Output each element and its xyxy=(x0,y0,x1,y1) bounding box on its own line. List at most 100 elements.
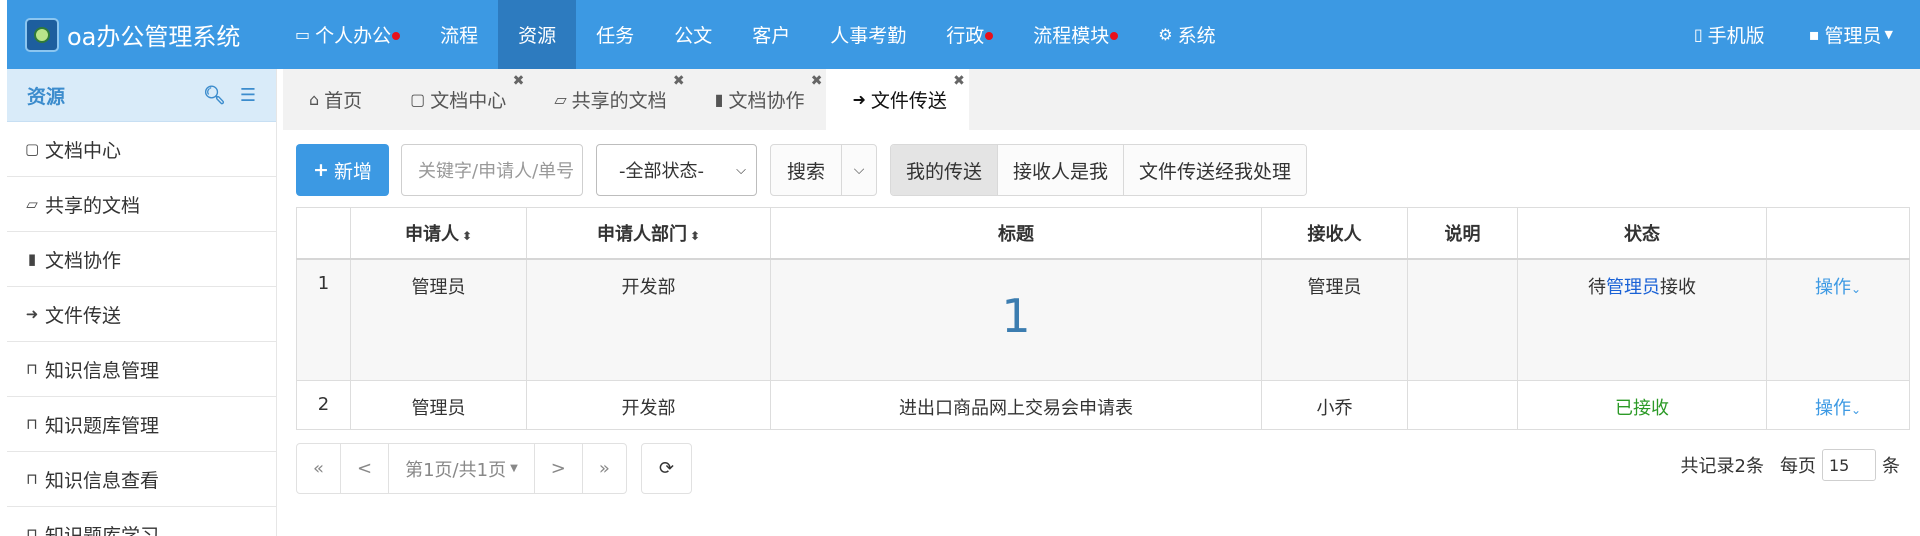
logo-icon xyxy=(25,17,59,52)
keyword-input[interactable]: 关键字/申请人/单号 xyxy=(401,144,583,196)
gear-icon: ⚙ xyxy=(1158,25,1173,44)
nav-personal[interactable]: ▭ 个人办公 xyxy=(275,0,420,69)
tab-shared-docs[interactable]: ▱ 共享的文档 ✖ xyxy=(528,69,688,130)
filter-received-by-me[interactable]: 接收人是我 xyxy=(997,145,1124,195)
sidebar-item-label: 知识信息查看 xyxy=(45,469,160,492)
status-select[interactable]: -全部状态- ⌵ xyxy=(596,144,757,196)
cell-index: 1 xyxy=(296,258,351,381)
table-row[interactable]: 1 管理员 开发部 1 管理员 待管理员接收 操作⌄ xyxy=(296,258,1910,381)
nav-flow[interactable]: 流程 xyxy=(420,0,498,69)
col-label: 申请人部门 xyxy=(596,223,687,245)
nav-admin[interactable]: 行政 xyxy=(926,0,1013,69)
table-header-row: 申请人 ⬍ 申请人部门 ⬍ 标题 接收人 说明 状态 xyxy=(296,207,1910,260)
sidebar-item-label: 共享的文档 xyxy=(45,194,141,217)
filter-handled-by-me[interactable]: 文件传送经我处理 xyxy=(1123,145,1307,195)
tab-file-transfer[interactable]: ➜ 文件传送 ✖ xyxy=(826,69,969,130)
page-select[interactable]: 第1页/共1页 ▼ xyxy=(388,444,534,493)
sidebar-title: 资源 xyxy=(27,85,66,108)
bookmark-icon: ⊓ xyxy=(26,525,38,536)
home-icon: ⌂ xyxy=(309,90,320,109)
status-badge: 已接收 xyxy=(1615,398,1669,419)
add-button[interactable]: + 新增 xyxy=(296,144,389,196)
nav-label: 客户 xyxy=(752,25,791,47)
brand-title: oa办公管理系统 xyxy=(67,23,241,51)
per-page-input[interactable]: 15 xyxy=(1822,449,1876,481)
tab-home[interactable]: ⌂ 首页 xyxy=(283,69,384,130)
sidebar-item-label: 文件传送 xyxy=(45,304,122,327)
sidebar-item-file-transfer[interactable]: ➜ 文件传送 xyxy=(7,287,276,342)
file-icon: ▮ xyxy=(714,90,724,109)
nav-document[interactable]: 公文 xyxy=(654,0,732,69)
refresh-button[interactable]: ⟳ xyxy=(641,443,692,494)
page-next-button[interactable]: > xyxy=(533,444,582,493)
sidebar-item-doc-center[interactable]: ▢ 文档中心 xyxy=(7,122,276,177)
status-user-link[interactable]: 管理员 xyxy=(1606,277,1660,298)
nav-label: 公文 xyxy=(674,25,713,47)
nav-label: 系统 xyxy=(1177,25,1216,47)
cell-applicant: 管理员 xyxy=(350,380,527,430)
action-menu-button[interactable]: 操作⌄ xyxy=(1815,277,1861,298)
col-status: 状态 xyxy=(1517,207,1767,260)
tab-label: 文档协作 xyxy=(728,90,805,112)
sidebar-item-knowledge-view[interactable]: ⊓ 知识信息查看 xyxy=(7,452,276,507)
sidebar-item-shared-docs[interactable]: ▱ 共享的文档 xyxy=(7,177,276,232)
sidebar-item-question-bank[interactable]: ⊓ 知识题库管理 xyxy=(7,397,276,452)
filter-segment: 我的传送 接收人是我 文件传送经我处理 xyxy=(890,144,1308,196)
col-dept[interactable]: 申请人部门 ⬍ xyxy=(526,207,771,260)
search-icon[interactable]: 🔍︎ xyxy=(203,85,226,106)
brand[interactable]: oa办公管理系统 xyxy=(7,0,275,69)
page-first-button[interactable]: « xyxy=(297,444,340,493)
sidebar-tools: 🔍︎ ☰ xyxy=(203,85,256,106)
search-label: 搜索 xyxy=(786,160,825,183)
col-applicant[interactable]: 申请人 ⬍ xyxy=(350,207,527,260)
file-icon: ▮ xyxy=(27,250,37,268)
bookmark-icon: ⊓ xyxy=(26,360,38,378)
user-menu[interactable]: ▪ 管理员 ▼ xyxy=(1787,0,1920,69)
per-page-label: 每页 xyxy=(1780,456,1816,477)
close-icon[interactable]: ✖ xyxy=(811,73,823,89)
folder-open-icon: ▱ xyxy=(26,195,38,213)
cell-note xyxy=(1407,258,1518,381)
close-icon[interactable]: ✖ xyxy=(953,73,965,89)
notify-dot xyxy=(1110,32,1119,40)
tab-label: 首页 xyxy=(324,90,363,112)
search-button[interactable]: 搜索 xyxy=(771,145,842,195)
title-text[interactable]: 1 xyxy=(771,289,1261,343)
chevron-down-icon: ⌄ xyxy=(1850,403,1862,417)
nav-label: 流程 xyxy=(440,25,479,47)
nav-resource[interactable]: 资源 xyxy=(498,0,577,69)
tab-doc-collab[interactable]: ▮ 文档协作 ✖ xyxy=(689,69,827,130)
sidebar-item-knowledge-manage[interactable]: ⊓ 知识信息管理 xyxy=(7,342,276,397)
cell-receiver: 管理员 xyxy=(1261,258,1408,381)
bookmark-icon: ⊓ xyxy=(26,470,38,488)
top-navbar: oa办公管理系统 ▭ 个人办公 流程 资源 任务 公文 客户 人事考勤 行政 流… xyxy=(7,0,1920,69)
notify-dot xyxy=(985,32,994,40)
mobile-link[interactable]: ▯ 手机版 xyxy=(1672,0,1787,69)
search-group: 搜索 ⌵ xyxy=(770,144,877,196)
status-prefix: 待 xyxy=(1588,276,1606,298)
cell-title[interactable]: 进出口商品网上交易会申请表 xyxy=(770,380,1262,430)
page-last-button[interactable]: » xyxy=(581,444,626,493)
tab-doc-center[interactable]: ▢ 文档中心 ✖ xyxy=(384,69,528,130)
tab-label: 文档中心 xyxy=(430,90,507,112)
filter-my-sent[interactable]: 我的传送 xyxy=(891,145,998,195)
nav-system[interactable]: ⚙ 系统 xyxy=(1138,0,1235,69)
nav-flow-module[interactable]: 流程模块 xyxy=(1013,0,1138,69)
sidebar-item-doc-collab[interactable]: ▮ 文档协作 xyxy=(7,232,276,287)
menu-icon[interactable]: ☰ xyxy=(240,85,256,106)
close-icon[interactable]: ✖ xyxy=(513,73,525,89)
nav-task[interactable]: 任务 xyxy=(576,0,654,69)
action-menu-button[interactable]: 操作⌄ xyxy=(1815,398,1861,419)
keyword-placeholder: 关键字/申请人/单号 xyxy=(418,161,575,182)
search-dropdown-button[interactable]: ⌵ xyxy=(842,145,876,195)
page-prev-button[interactable]: < xyxy=(340,444,388,493)
close-icon[interactable]: ✖ xyxy=(673,73,685,89)
sidebar-item-question-study[interactable]: ⊓ 知识题库学习 xyxy=(7,507,276,536)
action-label: 操作 xyxy=(1814,398,1851,419)
sort-icon: ⬍ xyxy=(461,228,473,243)
mobile-label: 手机版 xyxy=(1707,25,1765,47)
table-row[interactable]: 2 管理员 开发部 进出口商品网上交易会申请表 小乔 已接收 操作⌄ xyxy=(296,380,1910,430)
cell-applicant: 管理员 xyxy=(350,258,527,381)
nav-customer[interactable]: 客户 xyxy=(732,0,810,69)
nav-hr[interactable]: 人事考勤 xyxy=(810,0,926,69)
